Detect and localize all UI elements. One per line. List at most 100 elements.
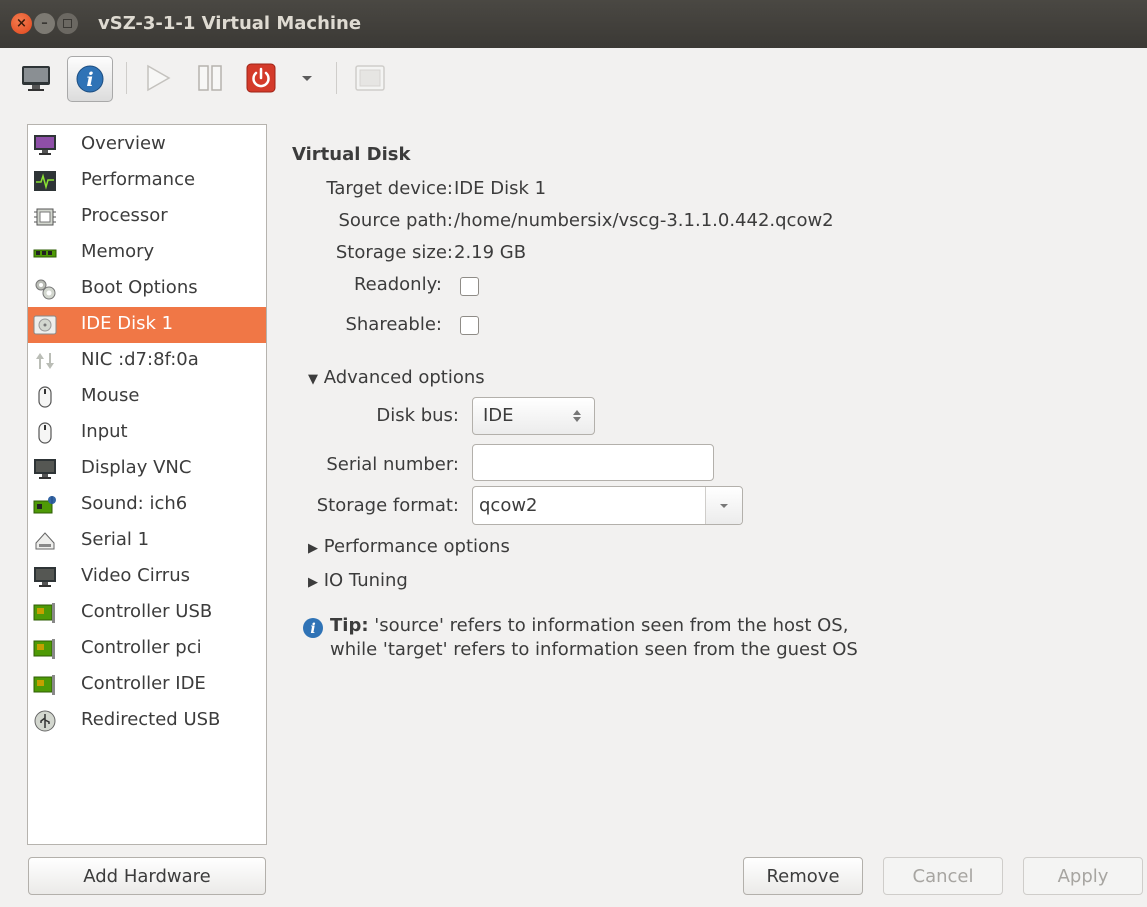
- details-pane: Virtual Disk Target device: IDE Disk 1 S…: [275, 124, 1135, 843]
- minimize-icon: –: [41, 16, 48, 31]
- shutdown-button[interactable]: [244, 56, 278, 100]
- monitor-icon: [22, 66, 50, 91]
- readonly-label: Readonly:: [353, 274, 442, 295]
- storage-format-combo[interactable]: qcow2: [472, 486, 743, 525]
- advanced-options-label: Advanced options: [323, 367, 485, 388]
- sidebar-item-memory[interactable]: Memory: [28, 235, 266, 271]
- sidebar-item-boot-options[interactable]: Boot Options: [28, 271, 266, 307]
- minimize-window-button[interactable]: –: [34, 13, 55, 34]
- sidebar-item-label: Mouse: [81, 385, 140, 406]
- sidebar-item-nic[interactable]: NIC :d7:8f:0a: [28, 343, 266, 379]
- serial-number-label: Serial number:: [326, 454, 459, 475]
- performance-graph-icon: [34, 171, 56, 191]
- maximize-window-button[interactable]: [57, 13, 78, 34]
- storage-format-label: Storage format:: [316, 495, 459, 516]
- fullscreen-icon: [355, 65, 385, 91]
- details-view-button[interactable]: i: [67, 56, 113, 102]
- add-hardware-button[interactable]: Add Hardware: [28, 857, 266, 895]
- sidebar-item-label: Input: [81, 421, 128, 442]
- performance-options-label: Performance options: [323, 536, 510, 557]
- remove-button[interactable]: Remove: [743, 857, 863, 895]
- sidebar-item-controller-ide[interactable]: Controller IDE: [28, 667, 266, 703]
- sidebar-item-serial-1[interactable]: Serial 1: [28, 523, 266, 559]
- title-bar: × – vSZ-3-1-1 Virtual Machine: [0, 0, 1147, 48]
- info-icon: i: [76, 65, 104, 93]
- sidebar-item-ide-disk-1[interactable]: IDE Disk 1: [28, 307, 266, 343]
- sidebar-item-label: Performance: [81, 169, 196, 190]
- sidebar-item-input[interactable]: Input: [28, 415, 266, 451]
- cancel-button[interactable]: Cancel: [883, 857, 1003, 895]
- sidebar-item-label: Overview: [81, 133, 166, 154]
- sidebar-item-overview[interactable]: Overview: [28, 127, 266, 163]
- sidebar-item-redirected-usb[interactable]: Redirected USB: [28, 703, 266, 739]
- network-arrows-icon: [36, 353, 54, 369]
- performance-options-expander[interactable]: ▶ Performance options: [308, 536, 510, 557]
- sidebar-item-processor[interactable]: Processor: [28, 199, 266, 235]
- sound-card-icon: [33, 496, 56, 514]
- info-icon: i: [303, 618, 323, 638]
- usb-icon: [34, 710, 56, 732]
- section-title: Virtual Disk: [292, 144, 411, 165]
- run-button[interactable]: [140, 56, 176, 100]
- sidebar-item-label: Serial 1: [81, 529, 150, 550]
- sidebar-item-label: IDE Disk 1: [81, 313, 174, 334]
- shareable-checkbox[interactable]: [460, 316, 479, 335]
- display-icon: [34, 567, 56, 587]
- memory-module-icon: [33, 249, 57, 258]
- sidebar-item-performance[interactable]: Performance: [28, 163, 266, 199]
- window-title: vSZ-3-1-1 Virtual Machine: [98, 13, 362, 34]
- sidebar-item-display-vnc[interactable]: Display VNC: [28, 451, 266, 487]
- target-device-label: Target device:: [326, 178, 453, 199]
- storage-format-value: qcow2: [479, 495, 538, 516]
- sidebar-item-label: Display VNC: [81, 457, 192, 478]
- svg-text:i: i: [86, 69, 93, 91]
- console-view-button[interactable]: [16, 56, 56, 100]
- controller-card-icon: [33, 639, 55, 659]
- processor-chip-icon: [34, 208, 56, 226]
- shutdown-menu-button[interactable]: [296, 56, 318, 100]
- serial-port-icon: [35, 532, 55, 550]
- sidebar-item-mouse[interactable]: Mouse: [28, 379, 266, 415]
- spin-arrows-icon: [573, 410, 581, 422]
- storage-size-label: Storage size:: [335, 242, 453, 263]
- pause-button[interactable]: [192, 56, 228, 100]
- sidebar-item-label: Boot Options: [81, 277, 198, 298]
- pause-icon: [198, 65, 222, 91]
- controller-card-icon: [33, 603, 55, 623]
- close-window-button[interactable]: ×: [11, 13, 32, 34]
- source-path-value: /home/numbersix/vscg-3.1.1.0.442.qcow2: [454, 210, 834, 231]
- toolbar-separator: [126, 62, 127, 94]
- storage-format-dropdown-button[interactable]: [705, 487, 742, 524]
- storage-size-value: 2.19 GB: [454, 242, 527, 263]
- advanced-options-expander[interactable]: ▼ Advanced options: [308, 367, 485, 388]
- io-tuning-label: IO Tuning: [323, 570, 408, 591]
- chevron-down-icon: [302, 76, 312, 81]
- sidebar-item-video-cirrus[interactable]: Video Cirrus: [28, 559, 266, 595]
- apply-button[interactable]: Apply: [1023, 857, 1143, 895]
- power-icon: [246, 63, 276, 93]
- sidebar-item-label: NIC :d7:8f:0a: [81, 349, 199, 370]
- hardware-list: Overview Performance Processor Memory Bo…: [27, 124, 267, 845]
- toolbar: i: [0, 48, 1147, 108]
- sidebar-item-label: Controller IDE: [81, 673, 206, 694]
- chevron-down-icon: [720, 503, 728, 508]
- sidebar-item-label: Processor: [81, 205, 168, 226]
- disk-bus-select[interactable]: IDE: [472, 397, 595, 435]
- sidebar-item-sound[interactable]: Sound: ich6: [28, 487, 266, 523]
- sidebar-item-label: Redirected USB: [81, 709, 221, 730]
- sidebar-item-controller-usb[interactable]: Controller USB: [28, 595, 266, 631]
- tip-line1: 'source' refers to information seen from…: [368, 615, 849, 636]
- readonly-checkbox[interactable]: [460, 277, 479, 296]
- disk-bus-label: Disk bus:: [376, 405, 459, 426]
- io-tuning-expander[interactable]: ▶ IO Tuning: [308, 570, 408, 591]
- sidebar-item-controller-pci[interactable]: Controller pci: [28, 631, 266, 667]
- sidebar-item-label: Sound: ich6: [81, 493, 188, 514]
- display-icon: [34, 459, 56, 479]
- mouse-icon: [38, 386, 52, 408]
- sidebar-item-label: Memory: [81, 241, 155, 262]
- disk-bus-value: IDE: [483, 405, 514, 426]
- serial-number-input[interactable]: [472, 444, 714, 481]
- gears-icon: [35, 279, 56, 300]
- tip-bold: Tip:: [330, 615, 369, 636]
- fullscreen-button[interactable]: [352, 56, 388, 100]
